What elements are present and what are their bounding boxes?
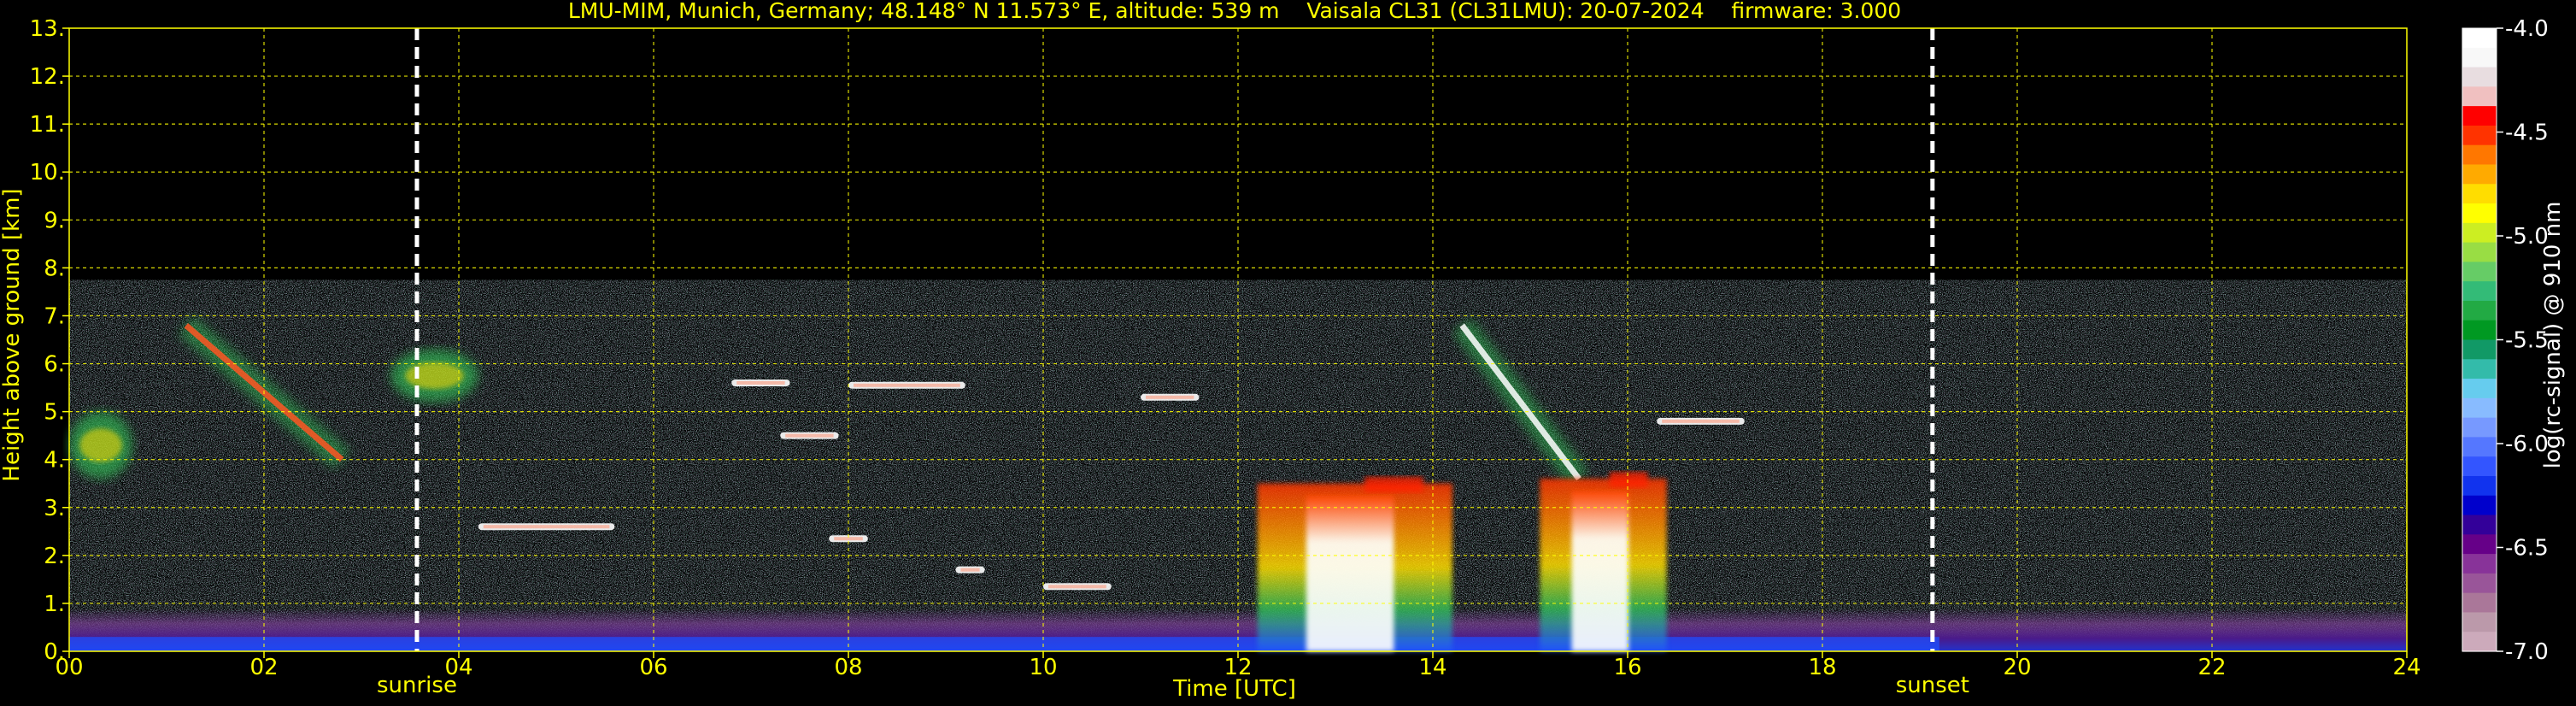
x-tick-label: 02 bbox=[249, 655, 278, 680]
colorbar-swatch bbox=[2462, 222, 2497, 244]
cloud-core-13 bbox=[1571, 491, 1629, 651]
y-tick-label: 10. bbox=[30, 160, 65, 185]
aerosol-core-2 bbox=[405, 362, 464, 389]
colorbar-swatch bbox=[2462, 86, 2497, 107]
y-axis-label: Height above ground [km] bbox=[0, 188, 25, 481]
colorbar: -4.0-4.5-5.0-5.5-6.0-6.5-7.0 bbox=[2462, 16, 2549, 665]
x-tick-label: 20 bbox=[2003, 655, 2031, 680]
y-tick-label: 7. bbox=[44, 303, 65, 329]
x-tick-label: 24 bbox=[2392, 655, 2421, 680]
y-tick-label: 0. bbox=[44, 639, 65, 665]
colorbar-swatch bbox=[2462, 203, 2497, 224]
colorbar-swatch bbox=[2462, 397, 2497, 419]
colorbar-swatch bbox=[2462, 437, 2497, 457]
ceilometer-chart: sunrise sunset 00 02 04 06 08 10 12 14 16 18 20 22 24… bbox=[0, 0, 2566, 702]
thin-layer-core-8 bbox=[960, 568, 980, 572]
thin-layer-core-5 bbox=[785, 433, 834, 438]
y-tick-label: 13. bbox=[30, 16, 65, 42]
thin-layer-core-10 bbox=[1146, 395, 1194, 399]
colorbar-swatch bbox=[2462, 300, 2497, 321]
x-tick-label: 18 bbox=[1808, 655, 1836, 680]
colorbar-swatch bbox=[2462, 456, 2497, 477]
colorbar-swatch bbox=[2462, 573, 2497, 594]
thin-layer-core-3 bbox=[483, 525, 610, 529]
colorbar-swatch bbox=[2462, 242, 2497, 262]
colorbar-tick-label: -4.5 bbox=[2505, 121, 2549, 146]
y-tick-label: 3. bbox=[44, 496, 65, 521]
colorbar-swatch bbox=[2462, 515, 2497, 535]
colorbar-label: log(rc-signal) @ 910 nm bbox=[2540, 202, 2566, 469]
noise-field-green bbox=[69, 279, 2407, 651]
x-tick-label: 04 bbox=[444, 655, 472, 680]
x-tick-label: 16 bbox=[1613, 655, 1641, 680]
y-tick-label: 6. bbox=[44, 352, 65, 378]
colorbar-swatch bbox=[2462, 320, 2497, 341]
colorbar-swatch bbox=[2462, 281, 2497, 302]
colorbar-swatch bbox=[2462, 417, 2497, 438]
colorbar-tick-label: -6.5 bbox=[2505, 536, 2549, 562]
x-tick-label: 08 bbox=[834, 655, 862, 680]
x-tick-label: 10 bbox=[1029, 655, 1057, 680]
y-tick-label: 11. bbox=[30, 112, 65, 138]
colorbar-swatch bbox=[2462, 612, 2497, 632]
y-tick-label: 12. bbox=[30, 64, 65, 90]
colorbar-swatch bbox=[2462, 339, 2497, 360]
colorbar-tick-label: -7.0 bbox=[2505, 639, 2549, 665]
thin-layer-core-9 bbox=[1048, 585, 1106, 589]
x-tick-label: 14 bbox=[1418, 655, 1446, 680]
colorbar-swatch bbox=[2462, 262, 2497, 282]
colorbar-swatch bbox=[2462, 379, 2497, 399]
colorbar-swatch bbox=[2462, 475, 2497, 497]
cloud-top-11 bbox=[1364, 476, 1423, 492]
chart-title: LMU-MIM, Munich, Germany; 48.148° N 11.5… bbox=[568, 0, 1901, 23]
colorbar-swatch bbox=[2462, 184, 2497, 204]
y-tick-label: 4. bbox=[44, 448, 65, 474]
cloud-top-13 bbox=[1609, 472, 1648, 488]
y-tick-label: 9. bbox=[44, 208, 65, 233]
colorbar-swatch bbox=[2462, 359, 2497, 379]
colorbar-swatch bbox=[2462, 534, 2497, 555]
y-tick-label: 8. bbox=[44, 256, 65, 281]
x-tick-label: 06 bbox=[639, 655, 667, 680]
colorbar-swatch bbox=[2462, 125, 2497, 146]
colorbar-swatch bbox=[2462, 164, 2497, 185]
x-axis-label: Time [UTC] bbox=[1172, 676, 1296, 702]
cloud-core-11 bbox=[1306, 495, 1394, 651]
colorbar-swatch bbox=[2462, 106, 2497, 126]
colorbar-swatch bbox=[2462, 47, 2497, 68]
thin-layer-core-14 bbox=[1662, 419, 1740, 423]
y-tick-label: 1. bbox=[44, 591, 65, 617]
colorbar-tick-label: -4.0 bbox=[2505, 16, 2549, 42]
sunset-label: sunset bbox=[1896, 673, 1969, 698]
colorbar-swatch bbox=[2462, 28, 2497, 49]
colorbar-swatch bbox=[2462, 554, 2497, 574]
thin-layer-core-6 bbox=[854, 383, 960, 387]
x-tick-label: 22 bbox=[2198, 655, 2226, 680]
colorbar-swatch bbox=[2462, 495, 2497, 516]
thin-layer-core-4 bbox=[736, 380, 785, 385]
colorbar-swatch bbox=[2462, 592, 2497, 614]
y-tick-label: 5. bbox=[44, 400, 65, 426]
colorbar-swatch bbox=[2462, 144, 2497, 166]
aerosol-core-0 bbox=[79, 428, 122, 462]
y-tick-label: 2. bbox=[44, 544, 65, 569]
colorbar-swatch bbox=[2462, 67, 2497, 87]
colorbar-swatch bbox=[2462, 632, 2497, 652]
